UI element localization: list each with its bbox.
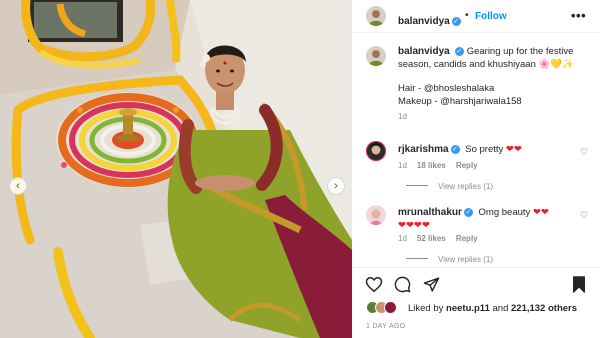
verified-icon: ✓ — [454, 47, 464, 56]
liked-by-username[interactable]: neetu.p11 — [446, 303, 490, 314]
caption-username[interactable]: balanvidya — [398, 46, 450, 57]
comment-text: Omg beauty — [478, 207, 531, 218]
commenter-avatar[interactable] — [366, 141, 386, 161]
share-icon[interactable] — [423, 276, 440, 298]
caption-hair-credit: Hair - @bhosleshalaka — [398, 83, 495, 94]
comment-reply-button[interactable]: Reply — [456, 234, 478, 243]
comment-text: So pretty — [465, 144, 504, 155]
next-photo-button[interactable]: › — [327, 177, 345, 195]
likes-summary: Liked by neetu.p11 and 221,132 others — [408, 303, 577, 314]
comment-likes[interactable]: 52 likes — [417, 234, 446, 243]
post-header: balanvidya ✓ • Follow ••• — [352, 0, 600, 33]
view-replies-button[interactable]: View replies (1) — [406, 182, 493, 191]
likes-count[interactable]: 221,132 others — [511, 303, 577, 314]
post-caption: balanvidya ✓ Gearing up for the festive se… — [398, 46, 583, 124]
liked-by-avatars — [366, 301, 406, 315]
heart-icon[interactable] — [365, 276, 383, 298]
caption-emojis: 🌸💛✨ — [538, 58, 575, 70]
verified-icon: ✓ — [463, 208, 473, 217]
comment-time: 1d — [398, 160, 407, 170]
post-side-panel: balanvidya ✓ • Follow ••• balanvidya ✓ Gear… — [352, 0, 600, 338]
likes-prefix: Liked by — [408, 303, 444, 314]
comment-username[interactable]: mrunalthakur — [398, 207, 462, 218]
comment-icon[interactable] — [394, 276, 411, 298]
caption-makeup-credit: Makeup - @harshjariwala158 — [398, 95, 522, 107]
comment-item: rjkarishma ✓ So pretty ❤❤ 1d 18 likes Reply — [398, 144, 583, 172]
view-replies-label: View replies (1) — [438, 182, 493, 191]
bookmark-icon[interactable] — [572, 276, 586, 298]
commenter-avatar[interactable] — [366, 205, 386, 225]
verified-icon: ✓ — [451, 17, 461, 26]
caption-avatar[interactable] — [366, 46, 386, 66]
instagram-post-modal: ‹ › balanvidya ✓ • Follow ••• balanvidya ✓… — [0, 0, 600, 338]
post-image-illustration — [0, 0, 352, 338]
like-comment-icon[interactable]: ♡ — [580, 210, 588, 221]
comment-likes[interactable]: 18 likes — [417, 161, 446, 170]
avatar — [384, 301, 397, 314]
post-actions: Liked by neetu.p11 and 221,132 others 1 … — [352, 267, 600, 338]
caption-time: 1d — [398, 112, 407, 121]
like-comment-icon[interactable]: ♡ — [580, 147, 588, 158]
header-separator: • — [465, 10, 469, 21]
likes-and: and — [492, 303, 509, 314]
view-replies-button[interactable]: View replies (1) — [406, 255, 493, 264]
comment-username[interactable]: rjkarishma — [398, 144, 449, 155]
author-avatar[interactable] — [366, 6, 386, 26]
author-username[interactable]: balanvidya — [398, 16, 450, 27]
comment-time: 1d — [398, 234, 407, 243]
comment-reply-button[interactable]: Reply — [456, 161, 478, 170]
post-photo[interactable]: ‹ › — [0, 0, 352, 338]
post-timestamp[interactable]: 1 DAY AGO — [366, 323, 405, 330]
follow-button[interactable]: Follow — [475, 11, 507, 22]
comment-item: mrunalthakur ✓ Omg beauty ❤❤ ❤❤❤❤ 1d 52 li… — [398, 207, 583, 246]
more-options-icon[interactable]: ••• — [571, 8, 586, 23]
comment-hearts: ❤❤ — [532, 207, 549, 218]
comment-hearts: ❤❤ — [505, 144, 522, 155]
verified-icon: ✓ — [450, 145, 460, 154]
previous-photo-button[interactable]: ‹ — [9, 177, 27, 195]
view-replies-label: View replies (1) — [438, 255, 493, 264]
comment-hearts-line2: ❤❤❤❤ — [398, 219, 430, 231]
